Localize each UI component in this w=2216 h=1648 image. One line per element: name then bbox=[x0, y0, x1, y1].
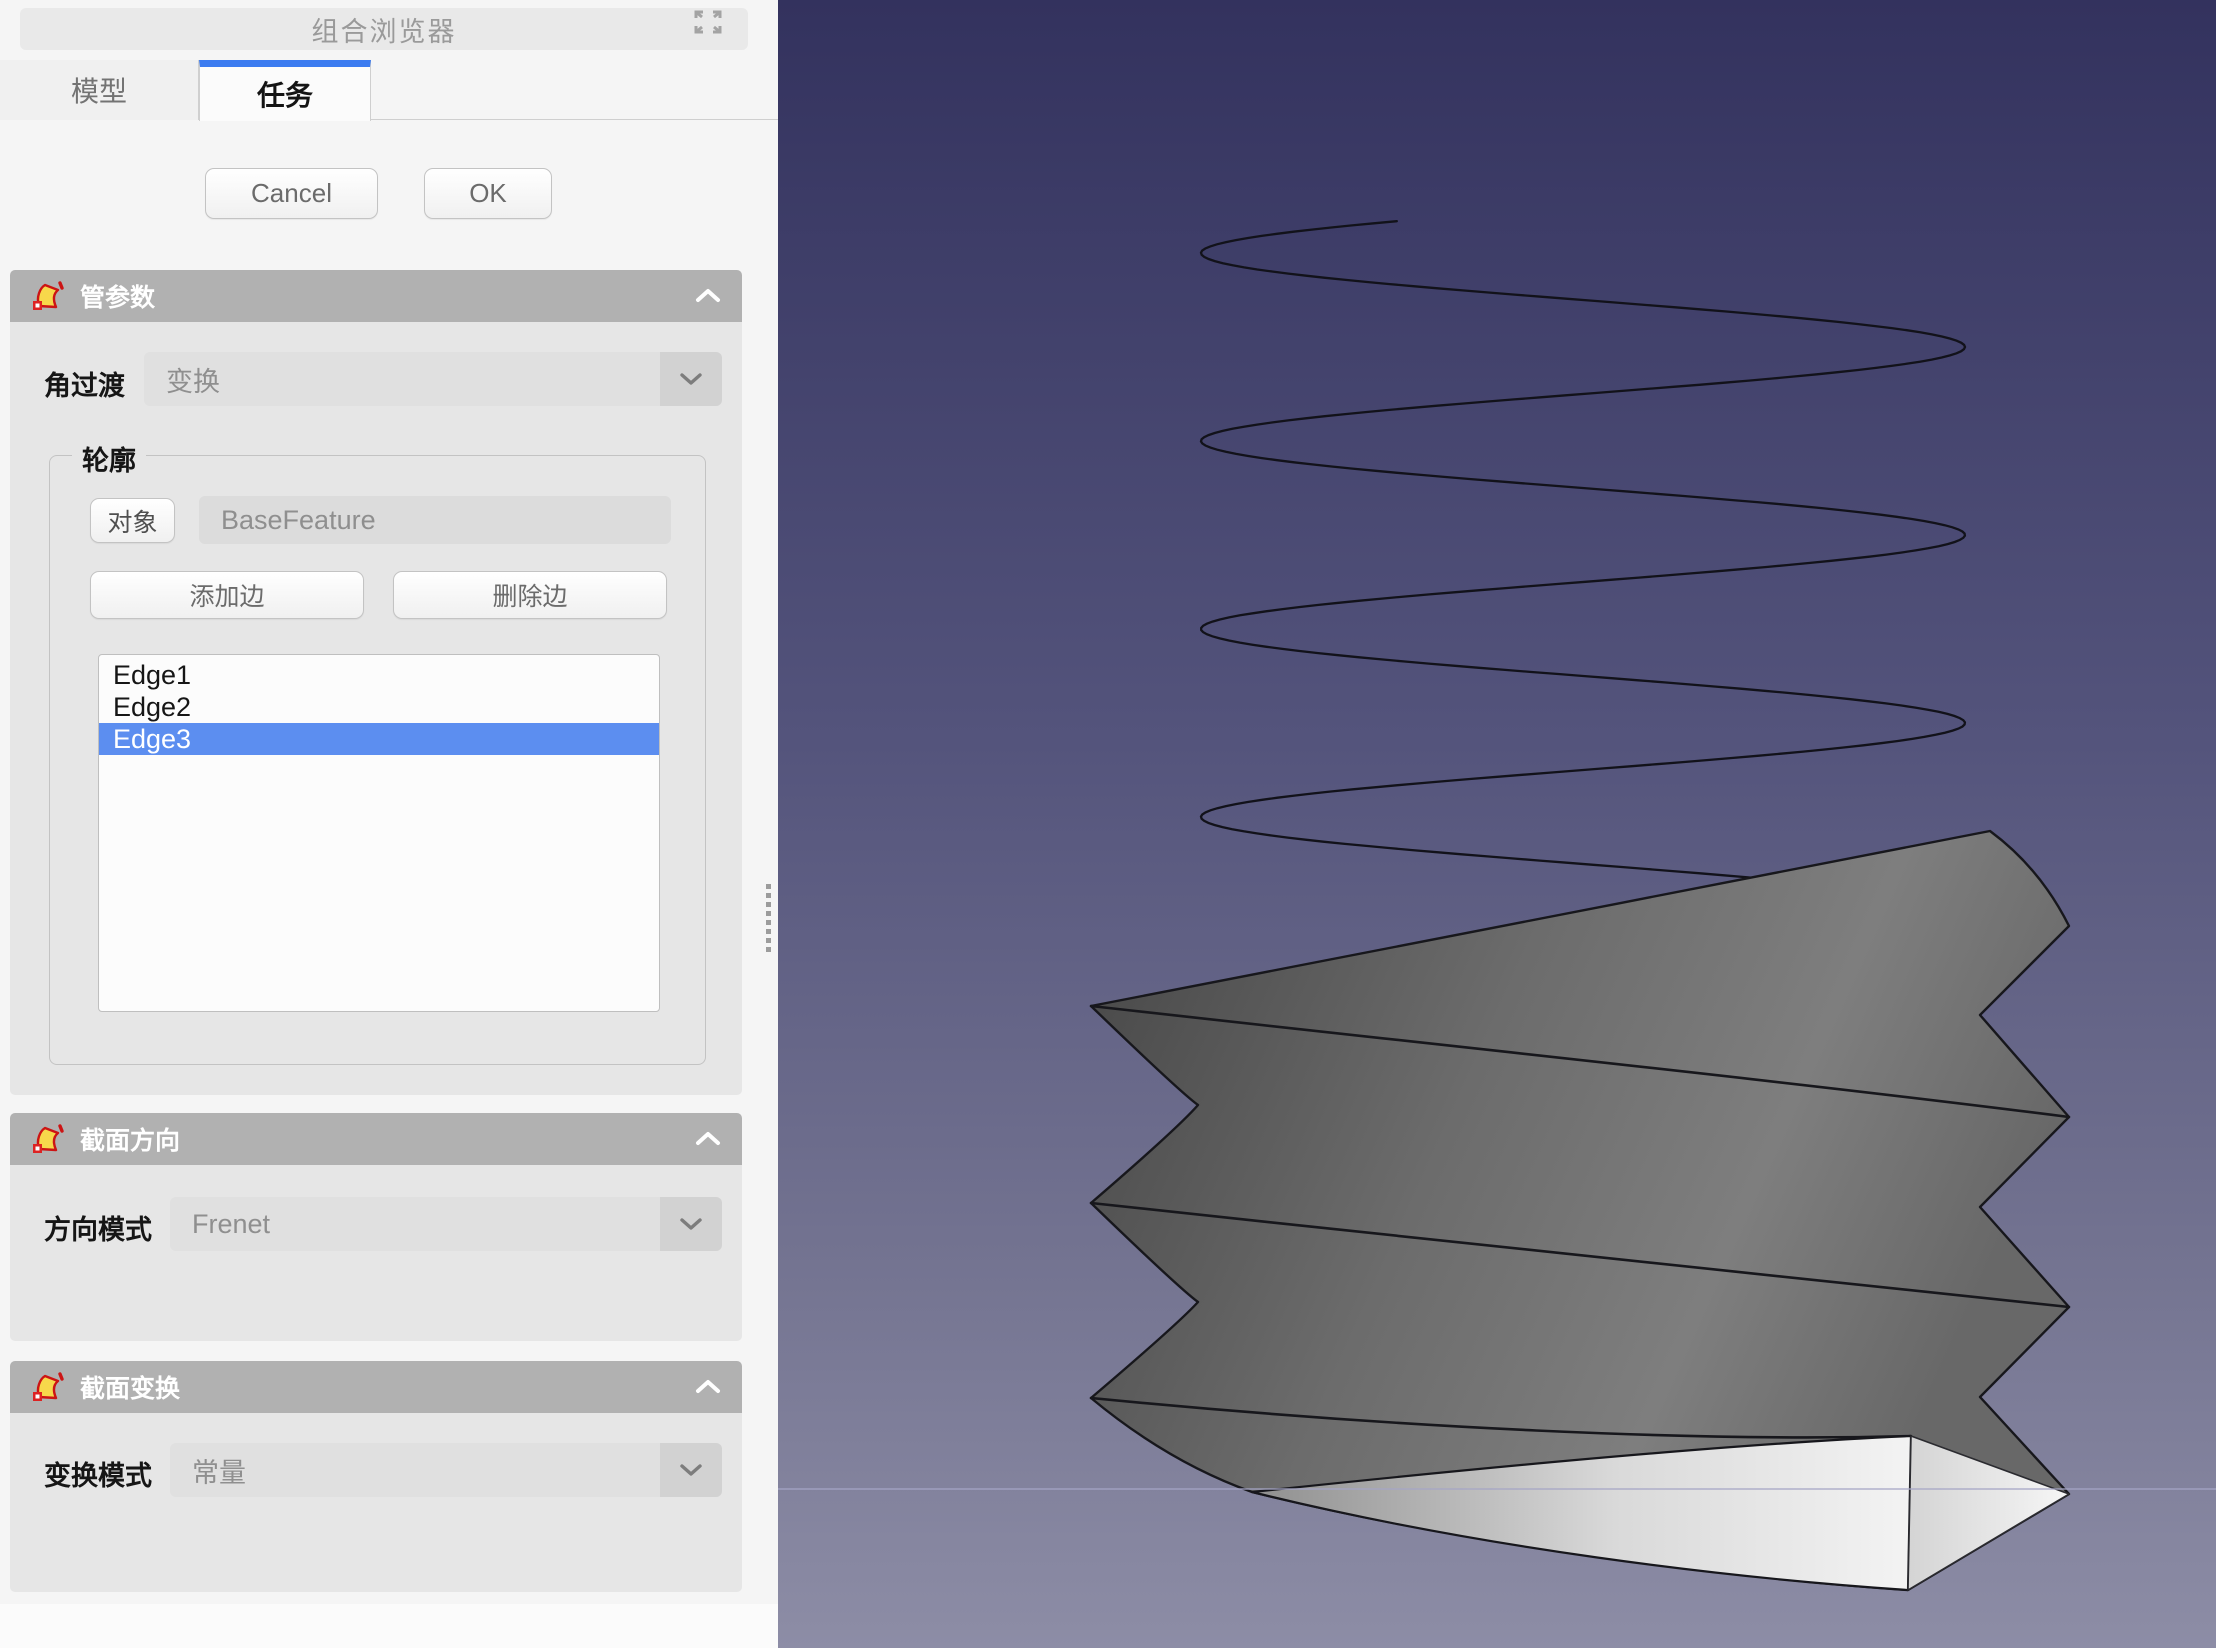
sweep-icon bbox=[33, 1372, 64, 1401]
collapse-chevron-icon[interactable] bbox=[694, 1378, 722, 1396]
edge-list-item[interactable]: Edge3 bbox=[99, 723, 659, 755]
section-orientation-body: 方向模式 Frenet bbox=[10, 1165, 742, 1341]
section-transformation-header[interactable]: 截面变换 bbox=[10, 1361, 742, 1413]
tabbar: 模型 任务 bbox=[0, 60, 778, 121]
transform-mode-combo[interactable]: 常量 bbox=[170, 1443, 722, 1497]
section-transformation: 截面变换 变换模式 常量 bbox=[10, 1361, 742, 1592]
remove-edge-button[interactable]: 删除边 bbox=[393, 571, 667, 619]
transform-mode-value: 常量 bbox=[192, 1457, 246, 1488]
section-orientation-header[interactable]: 截面方向 bbox=[10, 1113, 742, 1165]
section-orientation-title: 截面方向 bbox=[80, 1127, 181, 1155]
collapse-chevron-icon[interactable] bbox=[694, 287, 722, 305]
edge-list-item[interactable]: Edge1 bbox=[99, 659, 659, 691]
3d-viewport[interactable] bbox=[778, 0, 2216, 1648]
edge-list[interactable]: Edge1 Edge2 Edge3 bbox=[98, 654, 660, 1012]
orientation-mode-value: Frenet bbox=[192, 1208, 271, 1239]
transition-combo-value: 变换 bbox=[166, 366, 220, 397]
collapse-chevron-icon[interactable] bbox=[694, 1130, 722, 1148]
panel-bottom-filler bbox=[0, 1604, 778, 1648]
profile-group: 轮廓 对象 BaseFeature 添加边 删除边 Edge1 Edge2 Edge… bbox=[49, 439, 706, 1065]
section-pipe-body: 角过渡 变换 轮廓 对象 BaseFeature 添加边 删除边 Edge1E bbox=[10, 322, 742, 1095]
freecad-window: 组合浏览器 模型 任务 Cancel OK 管参数 角过渡 变换 轮廓 对象 B… bbox=[0, 0, 2216, 1648]
panel-splitter-handle[interactable] bbox=[764, 884, 772, 952]
section-transformation-body: 变换模式 常量 bbox=[10, 1413, 742, 1592]
ok-button[interactable]: OK bbox=[424, 168, 552, 219]
transition-combo[interactable]: 变换 bbox=[144, 352, 722, 406]
chevron-down-icon bbox=[680, 1218, 702, 1230]
transition-combo-arrow bbox=[660, 352, 722, 406]
section-pipe-parameters: 管参数 角过渡 变换 轮廓 对象 BaseFeature 添加边 删除边 Edg… bbox=[10, 270, 742, 1095]
profile-group-label: 轮廓 bbox=[72, 439, 146, 478]
tab-tasks[interactable]: 任务 bbox=[199, 60, 371, 121]
orientation-mode-combo[interactable]: Frenet bbox=[170, 1197, 722, 1251]
chevron-down-icon bbox=[680, 373, 702, 385]
panel-titlebar: 组合浏览器 bbox=[20, 8, 748, 50]
combo-view-panel: 组合浏览器 模型 任务 Cancel OK 管参数 角过渡 变换 轮廓 对象 B… bbox=[0, 0, 778, 1648]
sweep-icon bbox=[33, 1124, 64, 1153]
object-field: BaseFeature bbox=[199, 496, 671, 544]
orientation-mode-label: 方向模式 bbox=[44, 1215, 152, 1245]
section-transformation-title: 截面变换 bbox=[80, 1375, 181, 1403]
panel-title: 组合浏览器 bbox=[311, 16, 457, 47]
section-pipe-header[interactable]: 管参数 bbox=[10, 270, 742, 322]
section-orientation: 截面方向 方向模式 Frenet bbox=[10, 1113, 742, 1341]
float-panel-icon[interactable] bbox=[692, 9, 724, 35]
object-button[interactable]: 对象 bbox=[90, 498, 175, 543]
orientation-combo-arrow bbox=[660, 1197, 722, 1251]
section-pipe-title: 管参数 bbox=[80, 284, 156, 312]
cancel-button[interactable]: Cancel bbox=[205, 168, 378, 219]
3d-scene bbox=[778, 0, 2216, 1648]
transform-mode-label: 变换模式 bbox=[44, 1461, 152, 1491]
chevron-down-icon bbox=[680, 1464, 702, 1476]
edge-list-item[interactable]: Edge2 bbox=[99, 691, 659, 723]
tab-model[interactable]: 模型 bbox=[0, 60, 199, 120]
transform-combo-arrow bbox=[660, 1443, 722, 1497]
transition-label: 角过渡 bbox=[44, 371, 125, 401]
sweep-icon bbox=[33, 281, 64, 310]
add-edge-button[interactable]: 添加边 bbox=[90, 571, 364, 619]
